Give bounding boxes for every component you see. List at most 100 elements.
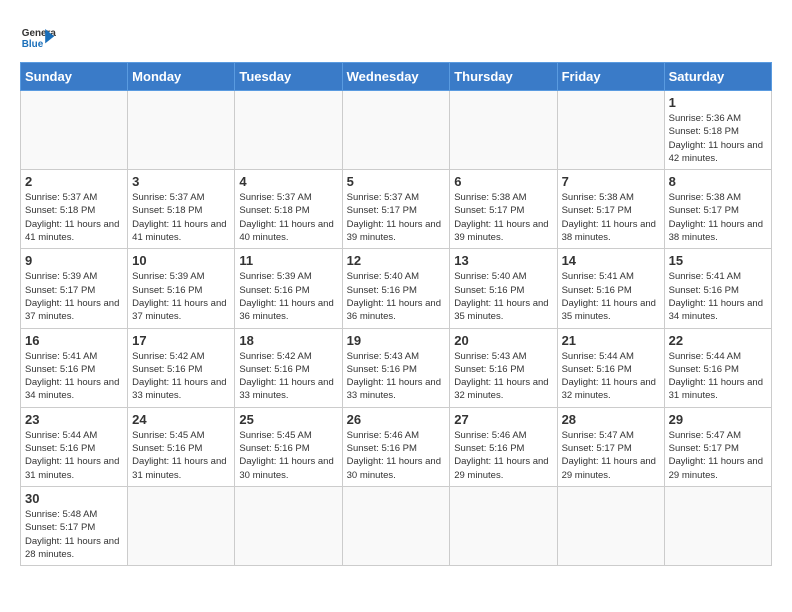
day-info: Sunrise: 5:48 AM Sunset: 5:17 PM Dayligh…: [25, 508, 123, 561]
day-number: 13: [454, 253, 552, 268]
weekday-header-thursday: Thursday: [450, 63, 557, 91]
day-info: Sunrise: 5:43 AM Sunset: 5:16 PM Dayligh…: [347, 350, 446, 403]
day-cell: 30 Sunrise: 5:48 AM Sunset: 5:17 PM Dayli…: [21, 486, 128, 565]
day-cell: 12Sunrise: 5:40 AM Sunset: 5:16 PM Dayli…: [342, 249, 450, 328]
day-info: Sunrise: 5:37 AM Sunset: 5:17 PM Dayligh…: [347, 191, 446, 244]
week-row-6: 30 Sunrise: 5:48 AM Sunset: 5:17 PM Dayli…: [21, 486, 772, 565]
weekday-header-saturday: Saturday: [664, 63, 771, 91]
week-row-1: 1 Sunrise: 5:36 AM Sunset: 5:18 PM Daylig…: [21, 91, 772, 170]
day-cell: 4 Sunrise: 5:37 AM Sunset: 5:18 PM Daylig…: [235, 170, 342, 249]
day-info: Sunrise: 5:42 AM Sunset: 5:16 PM Dayligh…: [239, 350, 337, 403]
day-cell: 6 Sunrise: 5:38 AM Sunset: 5:17 PM Daylig…: [450, 170, 557, 249]
day-cell: 22 Sunrise: 5:44 AM Sunset: 5:16 PM Dayli…: [664, 328, 771, 407]
day-cell: 8Sunrise: 5:38 AM Sunset: 5:17 PM Daylig…: [664, 170, 771, 249]
day-cell: 7 Sunrise: 5:38 AM Sunset: 5:17 PM Daylig…: [557, 170, 664, 249]
day-number: 3: [132, 174, 230, 189]
weekday-header-tuesday: Tuesday: [235, 63, 342, 91]
day-info: Sunrise: 5:41 AM Sunset: 5:16 PM Dayligh…: [562, 270, 660, 323]
day-number: 9: [25, 253, 123, 268]
day-info: Sunrise: 5:42 AM Sunset: 5:16 PM Dayligh…: [132, 350, 230, 403]
day-number: 23: [25, 412, 123, 427]
day-cell: 25 Sunrise: 5:45 AM Sunset: 5:16 PM Dayli…: [235, 407, 342, 486]
day-info: Sunrise: 5:44 AM Sunset: 5:16 PM Dayligh…: [669, 350, 767, 403]
day-cell: 28Sunrise: 5:47 AM Sunset: 5:17 PM Dayli…: [557, 407, 664, 486]
day-info: Sunrise: 5:45 AM Sunset: 5:16 PM Dayligh…: [239, 429, 337, 482]
day-number: 20: [454, 333, 552, 348]
day-number: 18: [239, 333, 337, 348]
day-cell: 10 Sunrise: 5:39 AM Sunset: 5:16 PM Dayli…: [128, 249, 235, 328]
day-info: Sunrise: 5:37 AM Sunset: 5:18 PM Dayligh…: [132, 191, 230, 244]
day-number: 30: [25, 491, 123, 506]
day-number: 8: [669, 174, 767, 189]
day-info: Sunrise: 5:38 AM Sunset: 5:17 PM Dayligh…: [562, 191, 660, 244]
day-number: 1: [669, 95, 767, 110]
day-info: Sunrise: 5:39 AM Sunset: 5:16 PM Dayligh…: [132, 270, 230, 323]
day-number: 7: [562, 174, 660, 189]
day-cell: [128, 486, 235, 565]
week-row-2: 2 Sunrise: 5:37 AM Sunset: 5:18 PM Daylig…: [21, 170, 772, 249]
day-cell: 1 Sunrise: 5:36 AM Sunset: 5:18 PM Daylig…: [664, 91, 771, 170]
logo-icon: General Blue: [20, 20, 56, 56]
day-cell: 13 Sunrise: 5:40 AM Sunset: 5:16 PM Dayli…: [450, 249, 557, 328]
day-number: 5: [347, 174, 446, 189]
day-info: Sunrise: 5:45 AM Sunset: 5:16 PM Dayligh…: [132, 429, 230, 482]
weekday-header-wednesday: Wednesday: [342, 63, 450, 91]
day-cell: [342, 486, 450, 565]
day-info: Sunrise: 5:38 AM Sunset: 5:17 PM Dayligh…: [454, 191, 552, 244]
day-info: Sunrise: 5:39 AM Sunset: 5:16 PM Dayligh…: [239, 270, 337, 323]
day-cell: 21Sunrise: 5:44 AM Sunset: 5:16 PM Dayli…: [557, 328, 664, 407]
logo: General Blue: [20, 20, 56, 56]
day-number: 4: [239, 174, 337, 189]
day-number: 14: [562, 253, 660, 268]
weekday-header-row: SundayMondayTuesdayWednesdayThursdayFrid…: [21, 63, 772, 91]
day-number: 6: [454, 174, 552, 189]
day-cell: 20Sunrise: 5:43 AM Sunset: 5:16 PM Dayli…: [450, 328, 557, 407]
day-number: 21: [562, 333, 660, 348]
week-row-4: 16Sunrise: 5:41 AM Sunset: 5:16 PM Dayli…: [21, 328, 772, 407]
day-cell: 27Sunrise: 5:46 AM Sunset: 5:16 PM Dayli…: [450, 407, 557, 486]
calendar: SundayMondayTuesdayWednesdayThursdayFrid…: [20, 62, 772, 566]
svg-text:Blue: Blue: [22, 39, 44, 50]
day-info: Sunrise: 5:40 AM Sunset: 5:16 PM Dayligh…: [454, 270, 552, 323]
day-number: 11: [239, 253, 337, 268]
day-cell: 3 Sunrise: 5:37 AM Sunset: 5:18 PM Daylig…: [128, 170, 235, 249]
day-number: 26: [347, 412, 446, 427]
day-number: 25: [239, 412, 337, 427]
day-number: 29: [669, 412, 767, 427]
day-cell: 2 Sunrise: 5:37 AM Sunset: 5:18 PM Daylig…: [21, 170, 128, 249]
day-number: 22: [669, 333, 767, 348]
day-number: 19: [347, 333, 446, 348]
day-number: 10: [132, 253, 230, 268]
day-info: Sunrise: 5:47 AM Sunset: 5:17 PM Dayligh…: [669, 429, 767, 482]
day-cell: 5 Sunrise: 5:37 AM Sunset: 5:17 PM Daylig…: [342, 170, 450, 249]
week-row-3: 9 Sunrise: 5:39 AM Sunset: 5:17 PM Daylig…: [21, 249, 772, 328]
header: General Blue: [20, 20, 772, 56]
weekday-header-monday: Monday: [128, 63, 235, 91]
day-cell: 23 Sunrise: 5:44 AM Sunset: 5:16 PM Dayli…: [21, 407, 128, 486]
day-info: Sunrise: 5:39 AM Sunset: 5:17 PM Dayligh…: [25, 270, 123, 323]
weekday-header-friday: Friday: [557, 63, 664, 91]
day-cell: 9 Sunrise: 5:39 AM Sunset: 5:17 PM Daylig…: [21, 249, 128, 328]
day-cell: [557, 91, 664, 170]
day-cell: 26 Sunrise: 5:46 AM Sunset: 5:16 PM Dayli…: [342, 407, 450, 486]
day-cell: 18 Sunrise: 5:42 AM Sunset: 5:16 PM Dayli…: [235, 328, 342, 407]
day-info: Sunrise: 5:41 AM Sunset: 5:16 PM Dayligh…: [25, 350, 123, 403]
day-info: Sunrise: 5:37 AM Sunset: 5:18 PM Dayligh…: [25, 191, 123, 244]
day-cell: 29 Sunrise: 5:47 AM Sunset: 5:17 PM Dayli…: [664, 407, 771, 486]
day-cell: 24 Sunrise: 5:45 AM Sunset: 5:16 PM Dayli…: [128, 407, 235, 486]
day-info: Sunrise: 5:46 AM Sunset: 5:16 PM Dayligh…: [347, 429, 446, 482]
day-cell: [664, 486, 771, 565]
day-cell: 14 Sunrise: 5:41 AM Sunset: 5:16 PM Dayli…: [557, 249, 664, 328]
day-number: 2: [25, 174, 123, 189]
day-info: Sunrise: 5:37 AM Sunset: 5:18 PM Dayligh…: [239, 191, 337, 244]
day-number: 17: [132, 333, 230, 348]
day-cell: 15Sunrise: 5:41 AM Sunset: 5:16 PM Dayli…: [664, 249, 771, 328]
day-cell: 11 Sunrise: 5:39 AM Sunset: 5:16 PM Dayli…: [235, 249, 342, 328]
day-info: Sunrise: 5:36 AM Sunset: 5:18 PM Dayligh…: [669, 112, 767, 165]
day-cell: 17 Sunrise: 5:42 AM Sunset: 5:16 PM Dayli…: [128, 328, 235, 407]
day-info: Sunrise: 5:44 AM Sunset: 5:16 PM Dayligh…: [25, 429, 123, 482]
day-cell: [450, 486, 557, 565]
day-number: 24: [132, 412, 230, 427]
day-number: 12: [347, 253, 446, 268]
day-info: Sunrise: 5:41 AM Sunset: 5:16 PM Dayligh…: [669, 270, 767, 323]
